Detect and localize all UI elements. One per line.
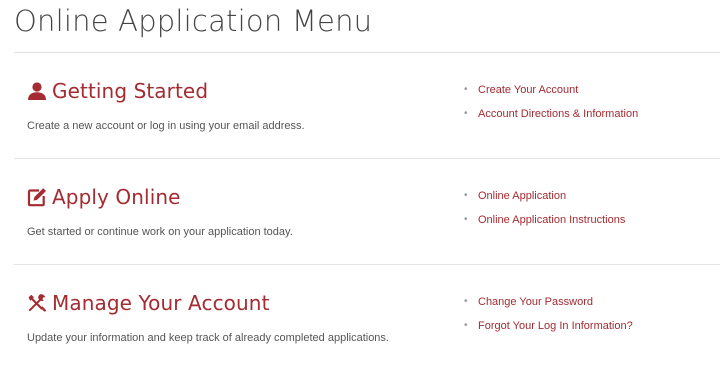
section-title: Apply Online (52, 185, 181, 209)
section-description: Update your information and keep track o… (27, 332, 389, 344)
application-menu-page: Online Application Menu Getting Started … (0, 0, 720, 365)
account-directions-link[interactable]: Account Directions & Information (478, 107, 638, 121)
application-instructions-link[interactable]: Online Application Instructions (478, 213, 625, 227)
bullet: • (464, 84, 468, 95)
section-heading: Getting Started (27, 79, 208, 103)
section-description: Get started or continue work on your app… (27, 226, 293, 238)
tools-icon (27, 293, 47, 313)
bullet: • (464, 190, 468, 201)
section-title: Getting Started (52, 79, 209, 103)
section-manage-account: Manage Your Account Update your informat… (0, 265, 720, 365)
change-password-link[interactable]: Change Your Password (478, 295, 593, 309)
online-application-link[interactable]: Online Application (478, 189, 566, 203)
section-heading: Manage Your Account (27, 291, 270, 315)
section-apply-online: Apply Online Get started or continue wor… (0, 159, 720, 265)
bullet: • (464, 214, 468, 225)
section-title: Manage Your Account (52, 291, 270, 315)
section-getting-started: Getting Started Create a new account or … (0, 53, 720, 159)
bullet: • (464, 296, 468, 307)
forgot-login-link[interactable]: Forgot Your Log In Information? (478, 319, 633, 333)
bullet: • (464, 108, 468, 119)
section-description: Create a new account or log in using you… (27, 120, 305, 132)
user-icon (27, 81, 47, 101)
edit-icon (27, 187, 47, 207)
section-heading: Apply Online (27, 185, 181, 209)
bullet: • (464, 320, 468, 331)
page-title: Online Application Menu (14, 4, 373, 38)
create-account-link[interactable]: Create Your Account (478, 83, 578, 97)
